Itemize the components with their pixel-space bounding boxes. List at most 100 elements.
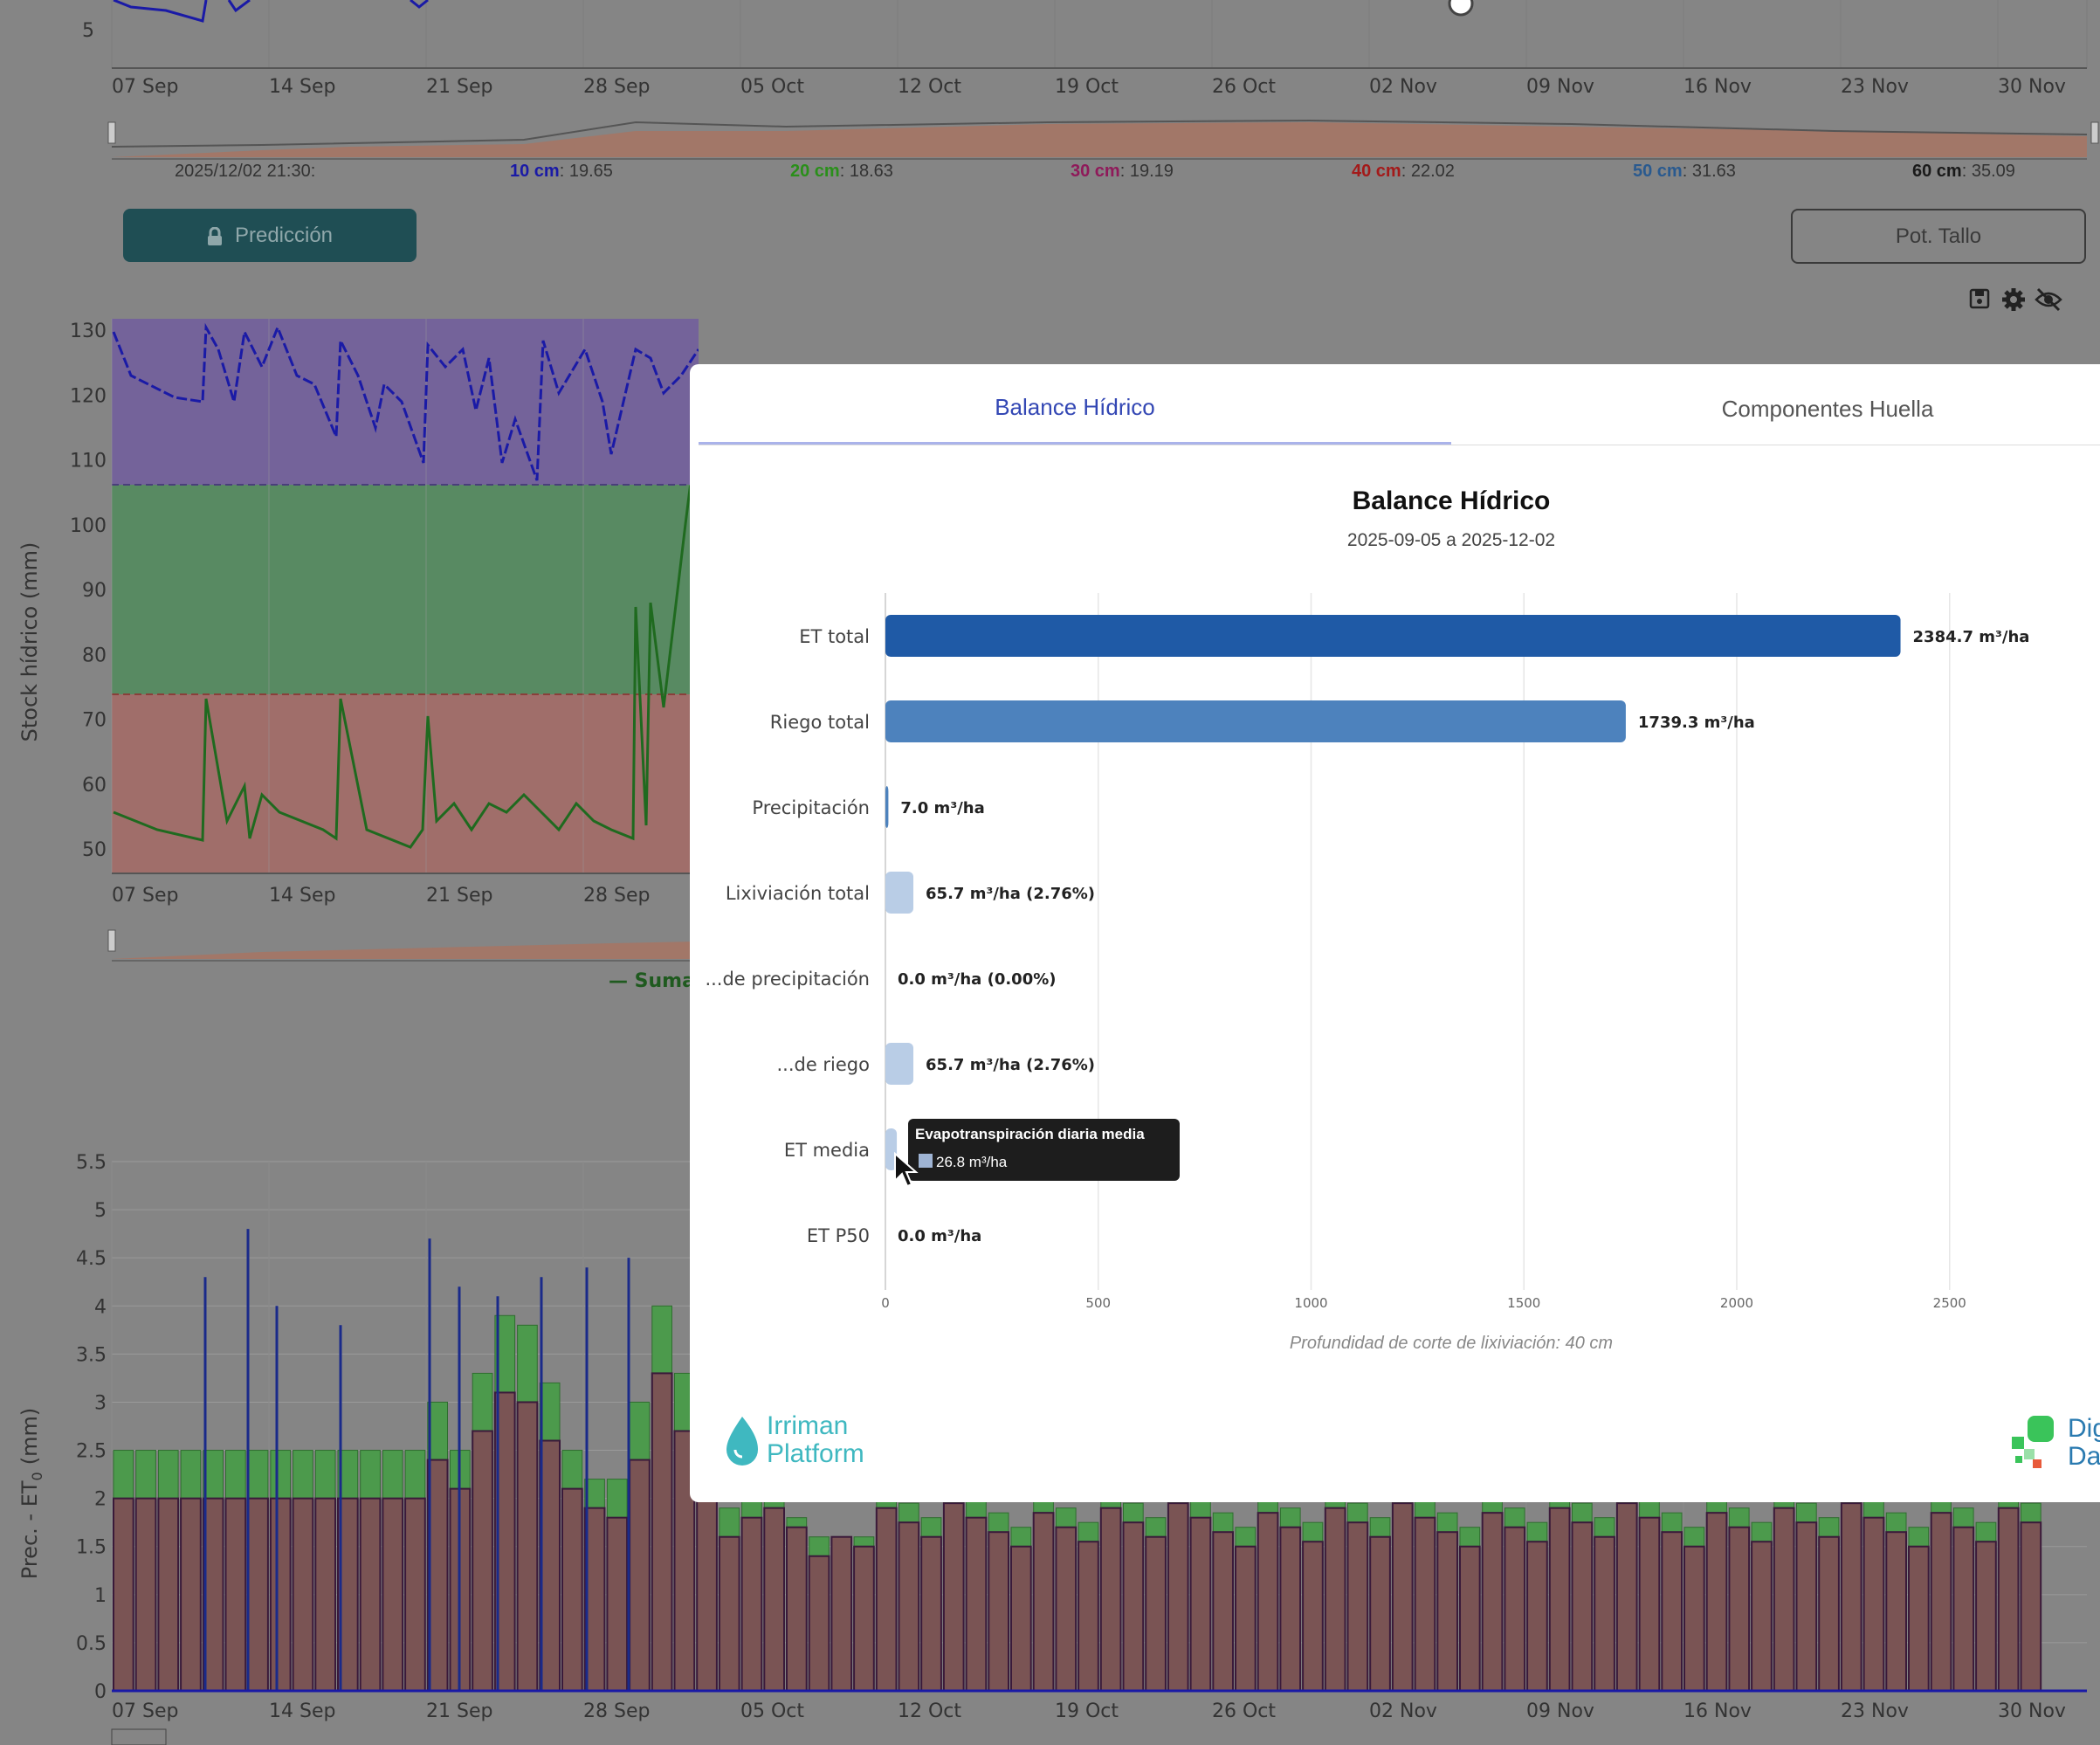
balance-x-tick: 2000 (1720, 1295, 1753, 1311)
et0-bar (1257, 1512, 1279, 1692)
readout-40cm: 40 cm: 22.02 (1352, 162, 1455, 181)
precip-x-tick: 30 Nov (1998, 1700, 2066, 1722)
stock-x-tick: 14 Sep (269, 885, 335, 907)
gear-icon[interactable] (2001, 287, 2026, 312)
precip-y-tick: 3.5 (76, 1344, 107, 1366)
et0-bar (382, 1497, 404, 1692)
et0-bar (1548, 1507, 1571, 1692)
balance-bar[interactable] (885, 1043, 914, 1085)
precip-x-tick: 09 Nov (1526, 1700, 1594, 1722)
stock-navigator-handle[interactable] (107, 929, 116, 952)
et0-bar (1235, 1545, 1257, 1692)
stock-y-tick: 60 (82, 775, 107, 797)
top-x-tick: 14 Sep (269, 76, 335, 98)
et0-bar (1212, 1531, 1235, 1693)
et0-bar (539, 1439, 561, 1692)
readout-30cm: 30 cm: 19.19 (1071, 162, 1174, 181)
et0-bar (1504, 1526, 1526, 1693)
et0-bar (1661, 1531, 1683, 1693)
navigator-left-handle[interactable] (107, 121, 116, 144)
et0-bar (1189, 1516, 1212, 1692)
top-x-tick: 02 Nov (1369, 76, 1437, 98)
et0-bar (1975, 1541, 1997, 1692)
balance-data-label: 0.0 m³/ha (898, 1227, 981, 1245)
top-x-tick: 07 Sep (112, 76, 178, 98)
pot-tallo-button[interactable]: Pot. Tallo (1791, 209, 2086, 264)
balance-data-label: 2384.7 m³/ha (1913, 628, 2030, 646)
digital-data-mark-icon (2012, 1416, 2054, 1468)
et0-bar (1391, 1502, 1414, 1692)
et0-bar (1122, 1521, 1145, 1692)
balance-bar[interactable] (885, 700, 1626, 742)
bar-tooltip: Evapotranspiración diaria media 26.8 m³/… (908, 1119, 1180, 1181)
range-handle-icon[interactable] (1448, 0, 1474, 17)
et0-bar (1728, 1526, 1751, 1693)
balance-bar[interactable] (885, 872, 914, 914)
stock-x-tick: 07 Sep (112, 885, 178, 907)
precip-x-tick: 19 Oct (1055, 1700, 1119, 1722)
et0-bar (920, 1535, 942, 1692)
top-x-tick: 05 Oct (740, 76, 804, 98)
balance-x-axis: 0 500 1000 1500 2000 2500 (881, 1295, 1966, 1311)
readout-10cm: 10 cm: 19.65 (510, 162, 613, 181)
et0-bar (898, 1521, 920, 1692)
balance-category-label: ...de riego (776, 1054, 870, 1075)
precip-y-axis: 5.5 5 4.5 4 3.5 3 2.5 2 1.5 1 0.5 0 (76, 1152, 107, 1703)
et0-bar (1369, 1535, 1391, 1692)
logo-text-dig: Dig (2068, 1414, 2100, 1443)
precip-y-tick: 4 (94, 1296, 107, 1318)
svg-text:Prec. - ET0(mm): Prec. - ET0(mm) (17, 1408, 45, 1579)
precip-x-tick: 16 Nov (1683, 1700, 1752, 1722)
stock-y-tick: 130 (70, 321, 107, 342)
balance-bar[interactable] (885, 786, 889, 828)
et0-bar (1145, 1535, 1167, 1692)
balance-x-tick: 1500 (1507, 1295, 1540, 1311)
et0-bar (2020, 1521, 2042, 1692)
et0-bar (1526, 1541, 1548, 1692)
et0-bar (1099, 1507, 1122, 1692)
et0-bar (1078, 1541, 1099, 1692)
et0-bar (942, 1502, 965, 1692)
et0-bar (269, 1497, 292, 1692)
eye-slash-icon[interactable] (2035, 287, 2062, 312)
precip-x-tick: 12 Oct (898, 1700, 961, 1722)
precip-y-tick: 3 (94, 1392, 107, 1414)
et0-bar (1302, 1541, 1324, 1692)
precip-x-tick: 02 Nov (1369, 1700, 1437, 1722)
et0-bar (561, 1487, 583, 1693)
stock-x-tick: 21 Sep (426, 885, 492, 907)
precip-y-tick: 0 (94, 1681, 107, 1703)
top-x-tick: 23 Nov (1841, 76, 1909, 98)
top-x-tick: 26 Oct (1212, 76, 1276, 98)
balance-data-label: 1739.3 m³/ha (1638, 714, 1755, 732)
et0-bar (808, 1555, 830, 1692)
balance-x-tick: 1000 (1294, 1295, 1327, 1311)
et0-bar (1683, 1545, 1705, 1692)
balance-x-tick: 500 (1085, 1295, 1111, 1311)
precip-x-tick: 28 Sep (583, 1700, 650, 1722)
stock-y-label: Stock hídrico (mm) (17, 542, 42, 742)
navigator-right-handle[interactable] (2090, 121, 2099, 144)
et0-bar (1571, 1521, 1594, 1692)
save-icon[interactable] (1968, 287, 1991, 310)
et0-bar (1055, 1526, 1078, 1693)
balance-bar[interactable] (885, 615, 1901, 657)
et0-bar (1638, 1516, 1661, 1692)
stock-y-tick: 70 (82, 710, 107, 732)
et0-bar (1773, 1507, 1795, 1692)
balance-x-tick: 2500 (1933, 1295, 1966, 1311)
et0-bar (1908, 1545, 1930, 1692)
et0-bar (472, 1430, 493, 1692)
prediccion-button[interactable]: Predicción (123, 209, 417, 262)
precip-y-tick: 5 (94, 1200, 107, 1222)
balance-category-label: Lixiviación total (726, 883, 870, 904)
precip-x-tick: 21 Sep (426, 1700, 492, 1722)
stock-y-tick: 90 (82, 580, 107, 602)
top-y-tick: 5 (82, 20, 94, 42)
balance-category-label: ET P50 (807, 1225, 870, 1246)
balance-category-label: Riego total (770, 712, 870, 733)
et0-bar (1414, 1516, 1436, 1692)
et0-bar (1459, 1545, 1481, 1692)
precip-x-tick: 05 Oct (740, 1700, 804, 1722)
top-x-tick: 28 Sep (583, 76, 650, 98)
